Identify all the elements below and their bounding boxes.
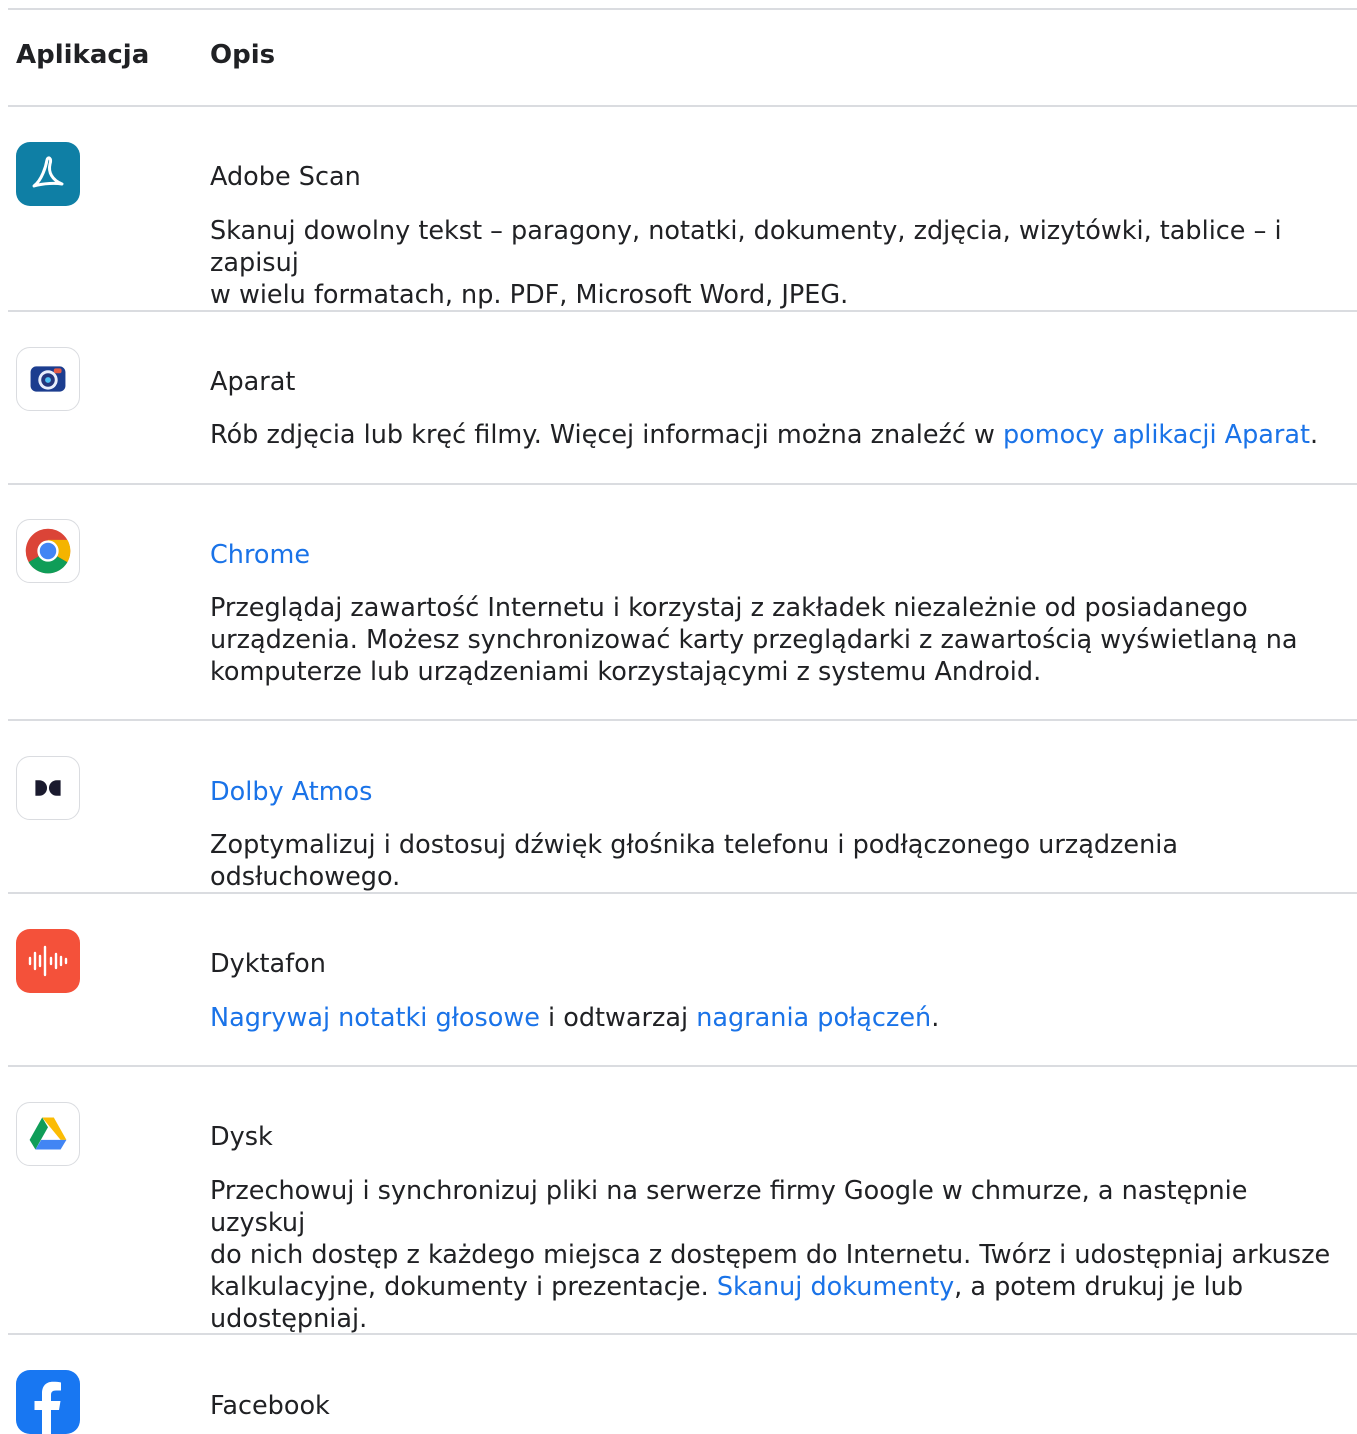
camera-icon bbox=[16, 347, 80, 411]
chrome-link[interactable]: Chrome bbox=[210, 539, 1347, 571]
app-name: Dyktafon bbox=[210, 949, 326, 979]
app-name: Adobe Scan bbox=[210, 162, 361, 192]
adobe-scan-icon bbox=[16, 142, 80, 206]
app-description: Przechowuj i synchronizuj pliki na serwe… bbox=[210, 1175, 1347, 1335]
desc-line: urządzenia. Możesz synchronizować karty … bbox=[210, 625, 1298, 655]
column-header-app: Aplikacja bbox=[16, 40, 150, 70]
voice-notes-link[interactable]: Nagrywaj notatki głosowe bbox=[210, 1003, 540, 1033]
facebook-icon bbox=[16, 1370, 80, 1434]
desc-line: Zoptymalizuj i dostosuj dźwięk głośnika … bbox=[210, 830, 1178, 892]
divider bbox=[8, 105, 1357, 107]
call-recordings-link[interactable]: nagrania połączeń bbox=[696, 1003, 931, 1033]
divider bbox=[8, 719, 1357, 721]
desc-line: do nich dostęp z każdego miejsca z dostę… bbox=[210, 1240, 1331, 1270]
desc-line: komputerze lub urządzeniami korzystający… bbox=[210, 657, 1042, 687]
desc-text: . bbox=[931, 1003, 940, 1033]
desc-line: Przechowuj i synchronizuj pliki na serwe… bbox=[210, 1176, 1248, 1238]
divider bbox=[8, 1333, 1357, 1335]
app-description: Rób zdjęcia lub kręć filmy. Więcej infor… bbox=[210, 419, 1347, 451]
dolby-atmos-link[interactable]: Dolby Atmos bbox=[210, 776, 1347, 808]
divider bbox=[8, 8, 1357, 10]
chrome-icon bbox=[16, 519, 80, 583]
desc-text: , a potem drukuj je lub bbox=[954, 1272, 1244, 1302]
desc-text: Rób zdjęcia lub kręć filmy. Więcej infor… bbox=[210, 420, 1003, 450]
desc-line: udostępniaj. bbox=[210, 1304, 368, 1334]
recorder-icon bbox=[16, 929, 80, 993]
divider bbox=[8, 310, 1357, 312]
app-description: Przeglądaj zawartość Internetu i korzyst… bbox=[210, 592, 1347, 688]
app-name: Dysk bbox=[210, 1122, 273, 1152]
divider bbox=[8, 483, 1357, 485]
app-description: Nagrywaj notatki głosowe i odtwarzaj nag… bbox=[210, 1002, 1347, 1034]
app-name: Aparat bbox=[210, 367, 296, 397]
divider bbox=[8, 1065, 1357, 1067]
desc-line: kalkulacyjne, dokumenty i prezentacje. S… bbox=[210, 1271, 1347, 1303]
camera-help-link[interactable]: pomocy aplikacji Aparat bbox=[1003, 420, 1310, 450]
scan-documents-link[interactable]: Skanuj dokumenty bbox=[717, 1272, 954, 1302]
desc-line: Skanuj dowolny tekst – paragony, notatki… bbox=[210, 216, 1282, 278]
column-header-desc: Opis bbox=[210, 40, 276, 70]
desc-line: w wielu formatach, np. PDF, Microsoft Wo… bbox=[210, 280, 849, 310]
desc-text: . bbox=[1310, 420, 1319, 450]
divider bbox=[8, 892, 1357, 894]
desc-text: kalkulacyjne, dokumenty i prezentacje. bbox=[210, 1272, 717, 1302]
app-description: Zoptymalizuj i dostosuj dźwięk głośnika … bbox=[210, 829, 1347, 893]
app-description: Skanuj dowolny tekst – paragony, notatki… bbox=[210, 215, 1347, 311]
desc-text: i odtwarzaj bbox=[539, 1003, 697, 1033]
app-name: Facebook bbox=[210, 1391, 330, 1421]
desc-line: Przeglądaj zawartość Internetu i korzyst… bbox=[210, 593, 1248, 623]
dolby-icon bbox=[16, 756, 80, 820]
drive-icon bbox=[16, 1102, 80, 1166]
